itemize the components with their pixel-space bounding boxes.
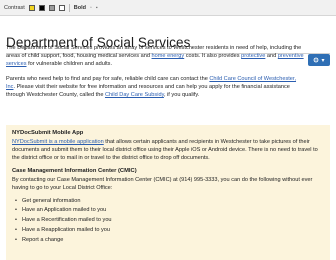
notice-box: NYDocSubmit Mobile App NYDocSubmit is a …: [6, 125, 330, 260]
chevron-down-icon: ▾: [321, 57, 325, 64]
cmic-services-list: Get general information Have an Applicat…: [12, 198, 324, 245]
accessibility-toolbar: Contrast Bold ▫ ▪: [0, 0, 336, 16]
child-day-care-subsidy-link[interactable]: Child Day Care Subsidy: [105, 92, 164, 98]
list-item: Have a Reapplication mailed to you: [15, 227, 324, 235]
home-energy-link[interactable]: home energy: [152, 53, 185, 59]
nydocsubmit-link[interactable]: NYDocSubmit is a mobile application: [12, 139, 104, 145]
contrast-label: Contrast: [4, 4, 25, 11]
toolbar-divider: [68, 3, 70, 12]
list-item: Have an Application mailed to you: [15, 207, 324, 215]
list-item: Have a Recertification mailed to you: [15, 217, 324, 225]
contrast-yellow-swatch[interactable]: [28, 4, 35, 11]
cmic-paragraph: By contacting our Case Management Inform…: [12, 176, 313, 191]
protective-link[interactable]: protective: [241, 53, 265, 59]
bold-toggle[interactable]: Bold: [74, 5, 86, 11]
gear-icon: [314, 57, 319, 63]
main-content: The Department of Social Services provid…: [6, 44, 304, 106]
list-item: Report a change: [15, 237, 324, 245]
share-button[interactable]: ▾: [308, 54, 330, 66]
font-decrease-icon[interactable]: ▫: [90, 5, 92, 11]
nydocsubmit-paragraph: NYDocSubmit is a mobile application that…: [12, 138, 318, 161]
notice-heading-nydocsubmit: NYDocSubmit Mobile App: [12, 130, 84, 136]
notice-heading-cmic: Case Management Information Center (CMIC…: [12, 167, 137, 174]
contrast-white-swatch[interactable]: [58, 4, 65, 11]
contrast-gray-swatch[interactable]: [48, 4, 55, 11]
child-care-paragraph: Parents who need help to find and pay fo…: [6, 76, 297, 98]
contrast-black-swatch[interactable]: [38, 4, 45, 11]
list-item: Get general information: [15, 198, 324, 206]
font-increase-icon[interactable]: ▪: [96, 5, 98, 11]
intro-paragraph: The Department of Social Services provid…: [6, 45, 304, 67]
